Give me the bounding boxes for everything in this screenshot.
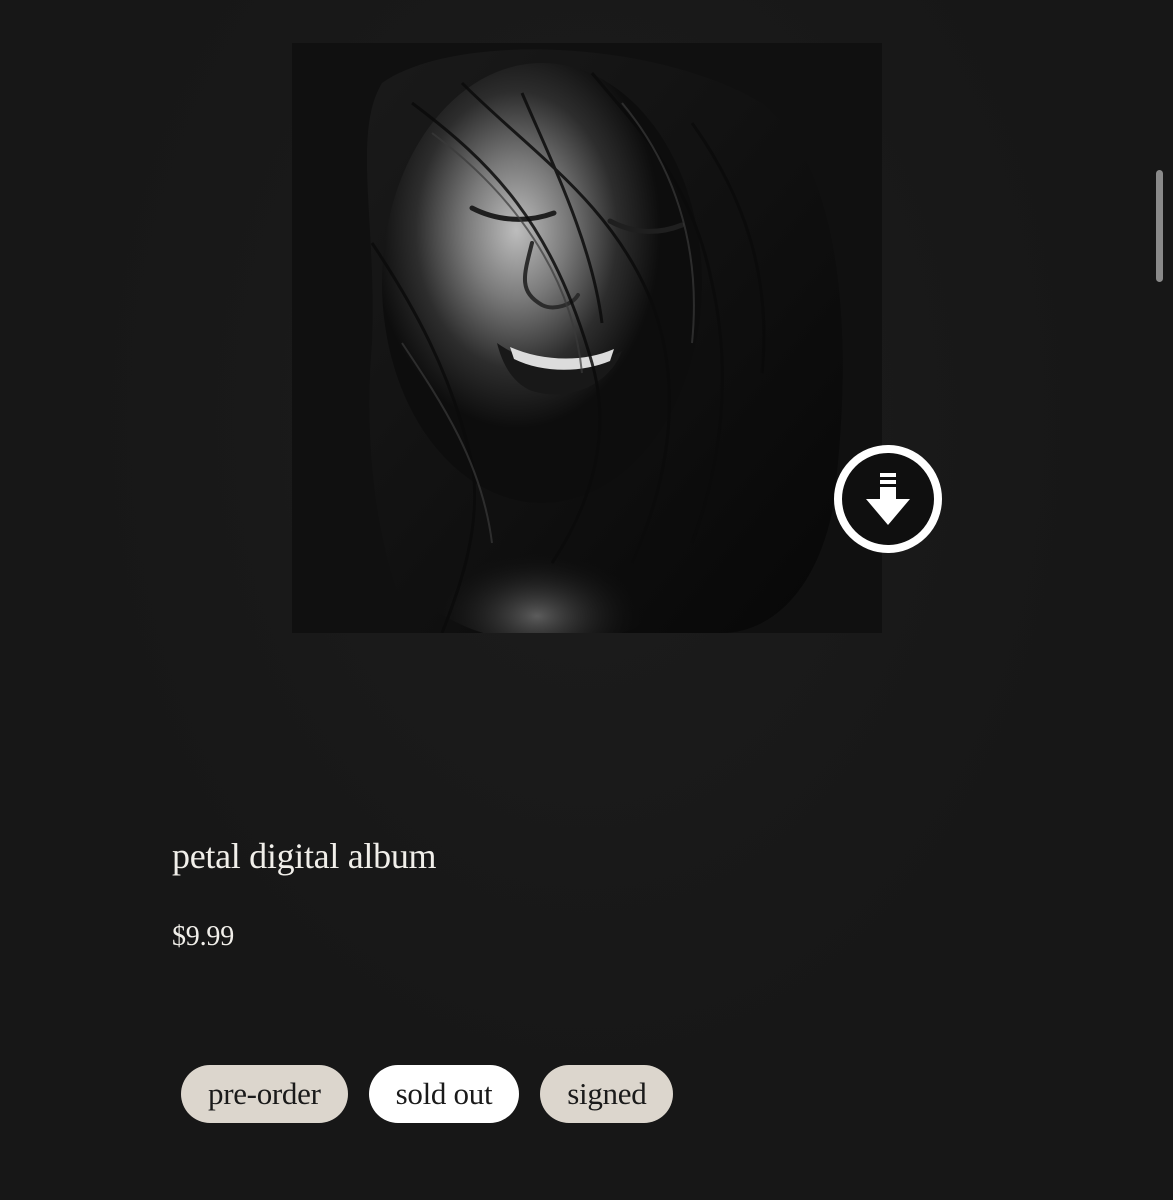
download-arrow-icon [834,445,942,553]
tag-pre-order[interactable]: pre-order [181,1065,348,1123]
product-price: $9.99 [172,921,235,952]
album-artwork [292,43,882,633]
product-tags: pre-order sold out signed [181,1065,674,1123]
download-button[interactable] [832,443,944,555]
tag-sold-out[interactable]: sold out [368,1065,520,1123]
tag-signed[interactable]: signed [540,1065,674,1123]
scrollbar-thumb[interactable] [1156,170,1163,282]
product-title: petal digital album [172,836,437,876]
